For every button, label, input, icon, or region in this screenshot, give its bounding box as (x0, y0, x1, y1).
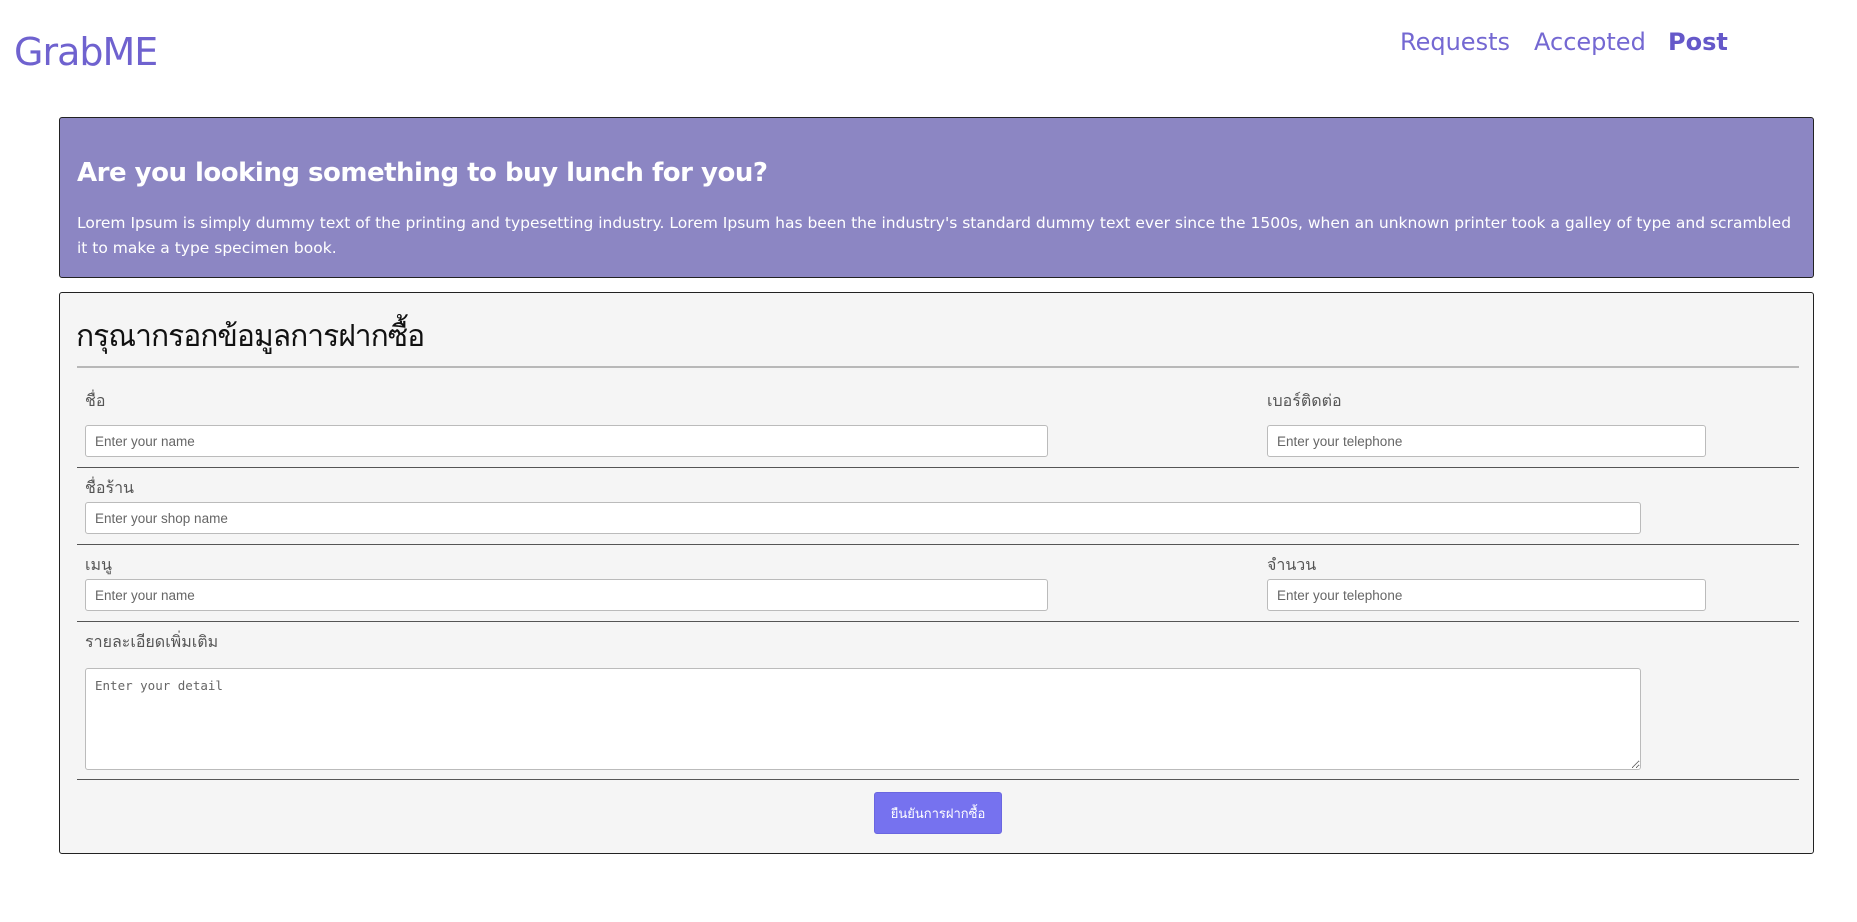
divider (77, 467, 1799, 468)
hero-title: Are you looking something to buy lunch f… (77, 158, 768, 188)
shop-input[interactable] (85, 502, 1641, 534)
phone-input[interactable] (1267, 425, 1706, 457)
hero-text: Lorem Ipsum is simply dummy text of the … (77, 214, 1792, 257)
detail-label: รายละเอียดเพิ่มเติม (85, 632, 219, 651)
shop-label: ชื่อร้าน (85, 478, 134, 497)
nav-post[interactable]: Post (1668, 28, 1728, 56)
divider (77, 366, 1799, 368)
divider (77, 621, 1799, 622)
form-title: กรุณากรอกข้อมูลการฝากซื้อ (76, 319, 425, 354)
menu-label: เมนู (85, 555, 112, 574)
divider (77, 779, 1799, 780)
phone-label: เบอร์ติดต่อ (1267, 391, 1342, 410)
nav-accepted[interactable]: Accepted (1534, 28, 1646, 56)
detail-textarea[interactable] (85, 668, 1641, 770)
name-input[interactable] (85, 425, 1048, 457)
nav-requests[interactable]: Requests (1400, 28, 1510, 56)
post-form: กรุณากรอกข้อมูลการฝากซื้อ ชื่อ เบอร์ติดต… (59, 292, 1814, 854)
submit-button[interactable]: ยืนยันการฝากซื้อ (874, 792, 1002, 834)
name-label: ชื่อ (85, 391, 106, 410)
brand-logo[interactable]: GrabME (14, 30, 158, 74)
hero-banner: Are you looking something to buy lunch f… (59, 117, 1814, 278)
divider (77, 544, 1799, 545)
menu-input[interactable] (85, 579, 1048, 611)
quantity-label: จำนวน (1267, 555, 1317, 574)
quantity-input[interactable] (1267, 579, 1706, 611)
